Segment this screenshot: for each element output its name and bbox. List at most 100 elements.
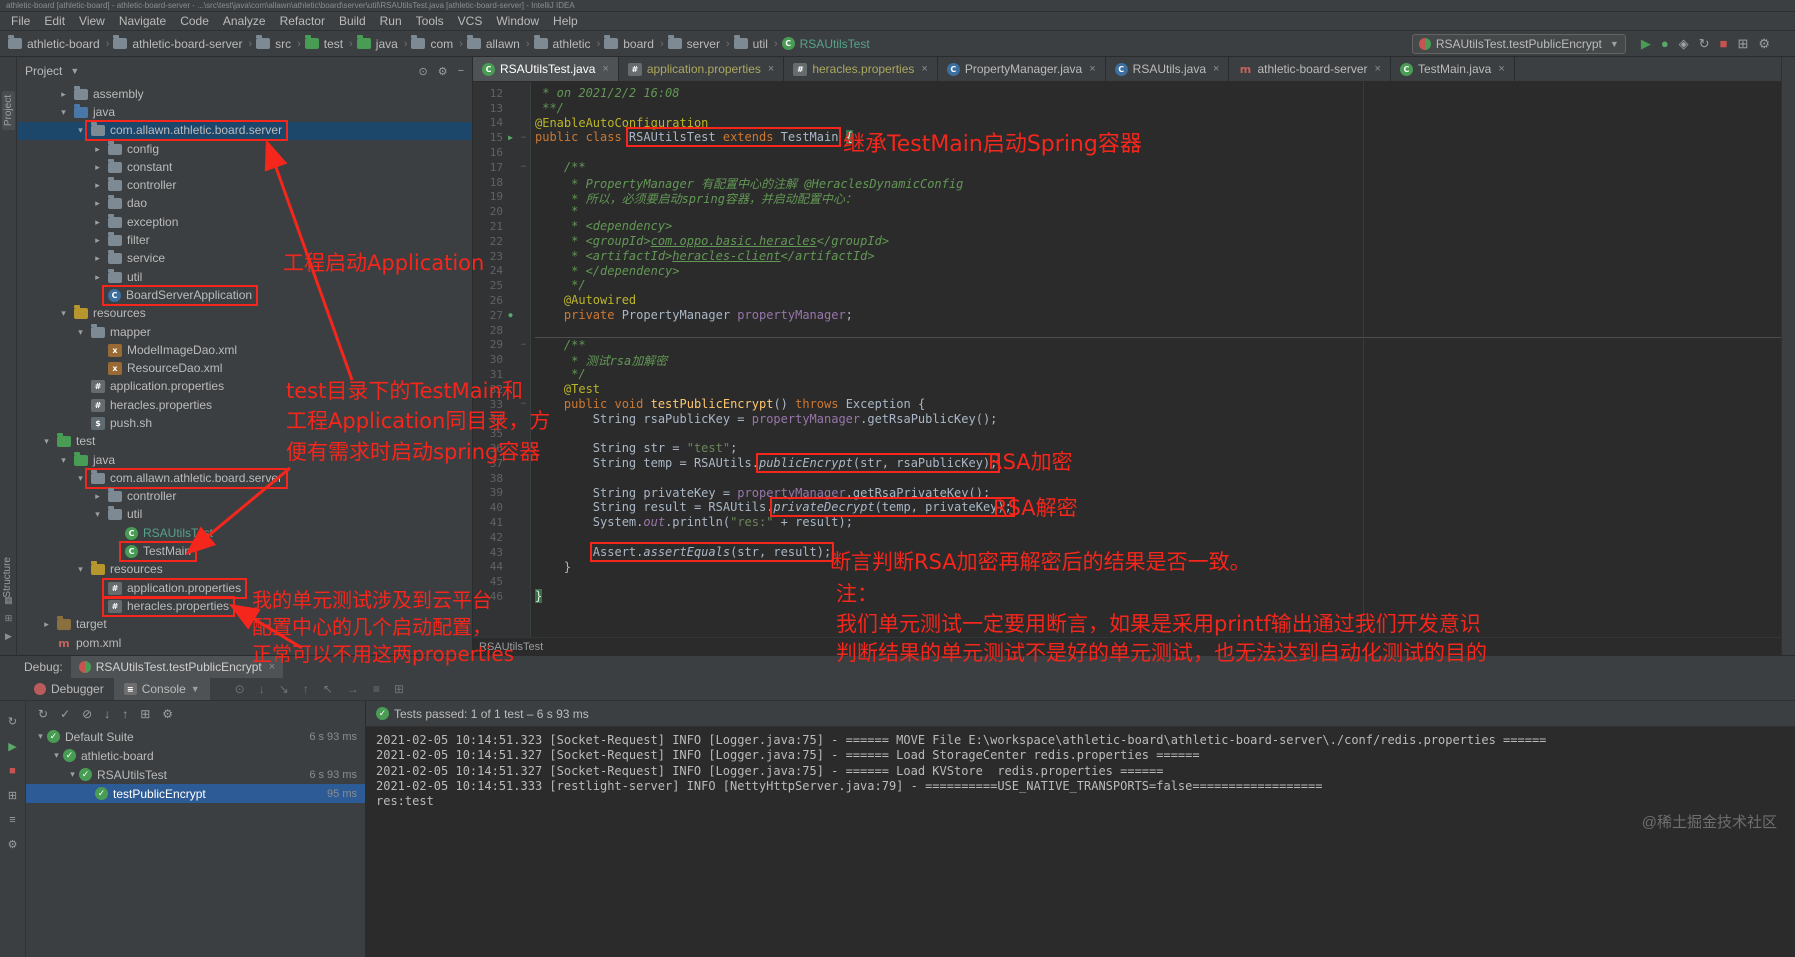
menu-tools[interactable]: Tools: [409, 14, 451, 28]
project-tree-item[interactable]: ▾ java: [17, 103, 472, 121]
debug-tab-console[interactable]: ≡ Console ▼: [113, 678, 210, 700]
expand-arrow-icon[interactable]: ▾: [50, 750, 63, 761]
expand-arrow-icon[interactable]: ▾: [57, 107, 70, 118]
expand-arrow-icon[interactable]: ▸: [91, 180, 104, 191]
expand-arrow-icon[interactable]: ▾: [74, 473, 87, 484]
project-tree-item[interactable]: C RSAUtilsTest: [17, 524, 472, 542]
close-icon[interactable]: ×: [768, 63, 774, 75]
run-to-cursor-icon[interactable]: →: [347, 682, 359, 696]
breadcrumb-item[interactable]: src: [256, 35, 291, 51]
menu-edit[interactable]: Edit: [37, 14, 72, 28]
project-tree-item[interactable]: ▾ mapper: [17, 323, 472, 341]
tool-windows-button[interactable]: ⊞: [1737, 36, 1748, 52]
menu-help[interactable]: Help: [546, 14, 585, 28]
project-tree-item[interactable]: x ResourceDao.xml: [17, 359, 472, 377]
force-step-into-icon[interactable]: ↖: [323, 682, 333, 696]
next-failed-icon[interactable]: ↓: [104, 707, 110, 721]
debug-tab-debugger[interactable]: Debugger: [24, 678, 114, 700]
breadcrumb-item[interactable]: board: [604, 35, 654, 51]
menu-file[interactable]: File: [4, 14, 37, 28]
project-tree-item[interactable]: ▸ constant: [17, 158, 472, 176]
menu-build[interactable]: Build: [332, 14, 373, 28]
close-icon[interactable]: ×: [1375, 63, 1381, 75]
editor[interactable]: 12 13 14 15 ▶ −16 17−18 19 20 21 22 23 24 25 26 27 ● 28 29…: [473, 82, 1781, 637]
menu-view[interactable]: View: [72, 14, 112, 28]
expand-arrow-icon[interactable]: ▾: [34, 731, 47, 742]
test-tree-item[interactable]: ▾ ✓ RSAUtilsTest 6 s 93 ms: [26, 765, 365, 784]
expand-arrow-icon[interactable]: ▾: [74, 564, 87, 575]
menu-refactor[interactable]: Refactor: [273, 14, 332, 28]
expand-arrow-icon[interactable]: ▾: [91, 509, 104, 520]
fold-icon[interactable]: −: [518, 162, 529, 172]
show-passed-icon[interactable]: ✓: [60, 707, 70, 721]
project-tree-item[interactable]: ▸ controller: [17, 176, 472, 194]
close-icon[interactable]: ×: [1089, 63, 1095, 75]
panel-settings-icon[interactable]: ⚙: [438, 65, 448, 78]
test-tree-item[interactable]: ✓ testPublicEncrypt 95 ms: [26, 784, 365, 803]
project-tree-item[interactable]: ▾ resources: [17, 305, 472, 323]
project-tree-item[interactable]: x ModelImageDao.xml: [17, 341, 472, 359]
editor-tab[interactable]: C TestMain.java ×: [1391, 57, 1515, 81]
close-icon[interactable]: ×: [269, 661, 275, 673]
locate-icon[interactable]: ⊙: [418, 65, 427, 78]
editor-breadcrumb-item[interactable]: RSAUtilsTest: [479, 641, 543, 653]
project-tree-item[interactable]: ▾ resources: [17, 561, 472, 579]
project-tree-item[interactable]: ▸ assembly: [17, 85, 472, 103]
breadcrumb-item[interactable]: server: [667, 35, 720, 51]
expand-arrow-icon[interactable]: ▸: [91, 491, 104, 502]
project-tree-item[interactable]: m pom.xml: [17, 634, 472, 652]
expand-arrow-icon[interactable]: ▾: [74, 327, 87, 338]
view-layout-icon[interactable]: ⊞: [394, 682, 404, 696]
expand-arrow-icon[interactable]: ▸: [91, 272, 104, 283]
project-tree-item[interactable]: # application.properties: [17, 577, 472, 599]
tool-window-button-project[interactable]: Project: [2, 91, 15, 131]
project-tree-item[interactable]: ▸ exception: [17, 213, 472, 231]
expand-arrow-icon[interactable]: ▸: [91, 217, 104, 228]
breadcrumb-item[interactable]: athletic: [533, 35, 591, 51]
project-tree-item[interactable]: ▸ controller: [17, 488, 472, 506]
project-tree-item[interactable]: ▸ filter: [17, 231, 472, 249]
evaluate-expression-icon[interactable]: ≡: [373, 682, 380, 696]
hide-panel-icon[interactable]: −: [458, 65, 464, 78]
project-tree-item[interactable]: C TestMain: [17, 541, 472, 563]
test-tree-item[interactable]: ▾ ✓ athletic-board: [26, 746, 365, 765]
breadcrumb-item[interactable]: com: [411, 35, 453, 51]
project-tree-item[interactable]: # application.properties: [17, 378, 472, 396]
bean-gutter-icon[interactable]: ●: [503, 311, 518, 319]
expand-arrow-icon[interactable]: ▾: [40, 436, 53, 447]
step-into-icon[interactable]: ↘: [279, 682, 289, 696]
stop-button[interactable]: ■: [1720, 36, 1728, 51]
project-tree-item[interactable]: ▸ target: [17, 616, 472, 634]
project-tree-item[interactable]: ▾ test: [17, 433, 472, 451]
expand-arrow-icon[interactable]: ▾: [74, 125, 87, 136]
project-tree-item[interactable]: ▾ java: [17, 451, 472, 469]
expand-all-icon[interactable]: ⊞: [140, 707, 150, 721]
expand-arrow-icon[interactable]: ▸: [40, 619, 53, 630]
expand-arrow-icon[interactable]: ▸: [91, 198, 104, 209]
project-tree-item[interactable]: ▸ dao: [17, 195, 472, 213]
menu-analyze[interactable]: Analyze: [216, 14, 273, 28]
project-tree-item[interactable]: C BoardServerApplication: [17, 284, 472, 306]
step-over-icon[interactable]: ↓: [259, 682, 265, 696]
project-tree-item[interactable]: # heracles.properties: [17, 595, 472, 617]
settings-button[interactable]: ⚙: [1758, 36, 1770, 52]
run-gutter-icon[interactable]: ▶: [503, 133, 518, 142]
breadcrumb-item[interactable]: athletic-board: [8, 35, 100, 51]
debug-session-tab[interactable]: RSAUtilsTest.testPublicEncrypt ×: [70, 656, 284, 678]
breadcrumb-item[interactable]: athletic-board-server: [113, 35, 242, 51]
close-icon[interactable]: ×: [1213, 63, 1219, 75]
ignore-icon[interactable]: ⊘: [82, 707, 92, 721]
menu-run[interactable]: Run: [373, 14, 409, 28]
editor-tab[interactable]: m athletic-board-server ×: [1229, 57, 1391, 81]
breadcrumb-item[interactable]: allawn: [466, 35, 520, 51]
run-config-combo[interactable]: RSAUtilsTest.testPublicEncrypt ▼: [1411, 33, 1626, 54]
debug-button[interactable]: ●: [1661, 36, 1669, 51]
menu-vcs[interactable]: VCS: [451, 14, 490, 28]
breadcrumb-item[interactable]: util: [733, 35, 768, 51]
mute-breakpoints-icon[interactable]: ≡: [9, 814, 15, 826]
test-tree-item[interactable]: ▾ ✓ Default Suite 6 s 93 ms: [26, 727, 365, 746]
expand-arrow-icon[interactable]: ▸: [57, 89, 70, 100]
project-tree-item[interactable]: ▸ service: [17, 250, 472, 268]
project-tree-item[interactable]: $ push.sh: [17, 414, 472, 432]
project-tree-item[interactable]: ▸ config: [17, 140, 472, 158]
